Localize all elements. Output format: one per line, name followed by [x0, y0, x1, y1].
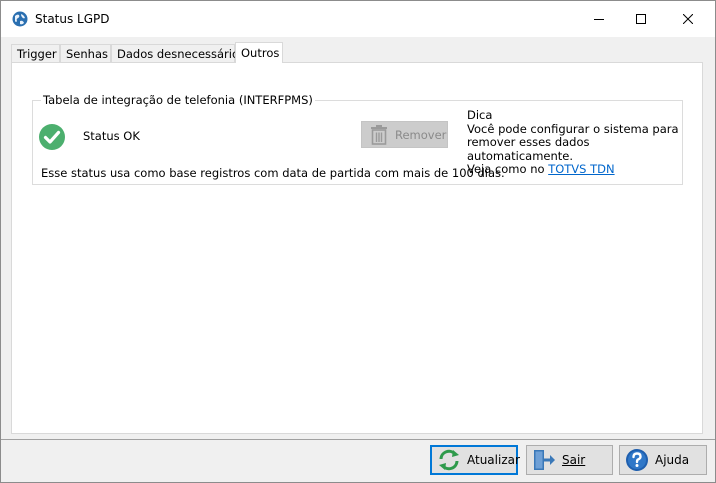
trash-icon — [370, 124, 388, 145]
exit-button[interactable]: Sair — [526, 445, 613, 475]
remove-button[interactable]: Remover — [361, 121, 448, 148]
window-title: Status LGPD — [35, 12, 110, 26]
help-icon — [625, 448, 649, 472]
refresh-button-label: Atualizar — [467, 453, 520, 467]
tip-line-2: remover esses dados automaticamente. — [467, 135, 590, 163]
refresh-icon — [437, 449, 461, 471]
tab-dados-desnecessarios[interactable]: Dados desnecessários — [111, 44, 245, 62]
refresh-button[interactable]: Atualizar — [430, 445, 520, 475]
title-bar: Status LGPD — [1, 1, 715, 37]
minimize-button[interactable] — [576, 1, 622, 37]
exit-door-icon — [532, 448, 556, 472]
globe-icon — [12, 11, 28, 27]
status-description: Esse status usa como base registros com … — [41, 166, 505, 180]
check-circle-icon — [38, 123, 66, 151]
telephony-integration-group: Tabela de integração de telefonia (INTER… — [32, 93, 683, 185]
tip-title: Dica — [467, 108, 493, 122]
tab-senhas[interactable]: Senhas — [60, 44, 111, 62]
help-button[interactable]: Ajuda — [619, 445, 707, 475]
close-button[interactable] — [665, 1, 711, 37]
close-icon — [683, 14, 693, 24]
tip-line-1: Você pode configurar o sistema para — [467, 121, 679, 136]
totvs-tdn-link[interactable]: TOTVS TDN — [548, 162, 614, 176]
group-title: Tabela de integração de telefonia (INTER… — [41, 93, 315, 107]
tab-trigger[interactable]: Trigger — [11, 44, 60, 62]
maximize-button[interactable] — [618, 1, 664, 37]
status-label: Status OK — [83, 129, 140, 143]
tab-outros[interactable]: Outros — [235, 42, 283, 63]
footer-divider — [1, 439, 715, 440]
exit-button-label: Sair — [562, 453, 586, 467]
minimize-icon — [594, 19, 604, 20]
remove-button-label: Remover — [395, 127, 447, 142]
tab-panel-outros: Tabela de integração de telefonia (INTER… — [11, 62, 703, 434]
help-button-label: Ajuda — [655, 453, 690, 467]
status-lgpd-window: Status LGPD Trigger Senhas Dados desnece… — [0, 0, 716, 483]
maximize-icon — [636, 14, 646, 24]
